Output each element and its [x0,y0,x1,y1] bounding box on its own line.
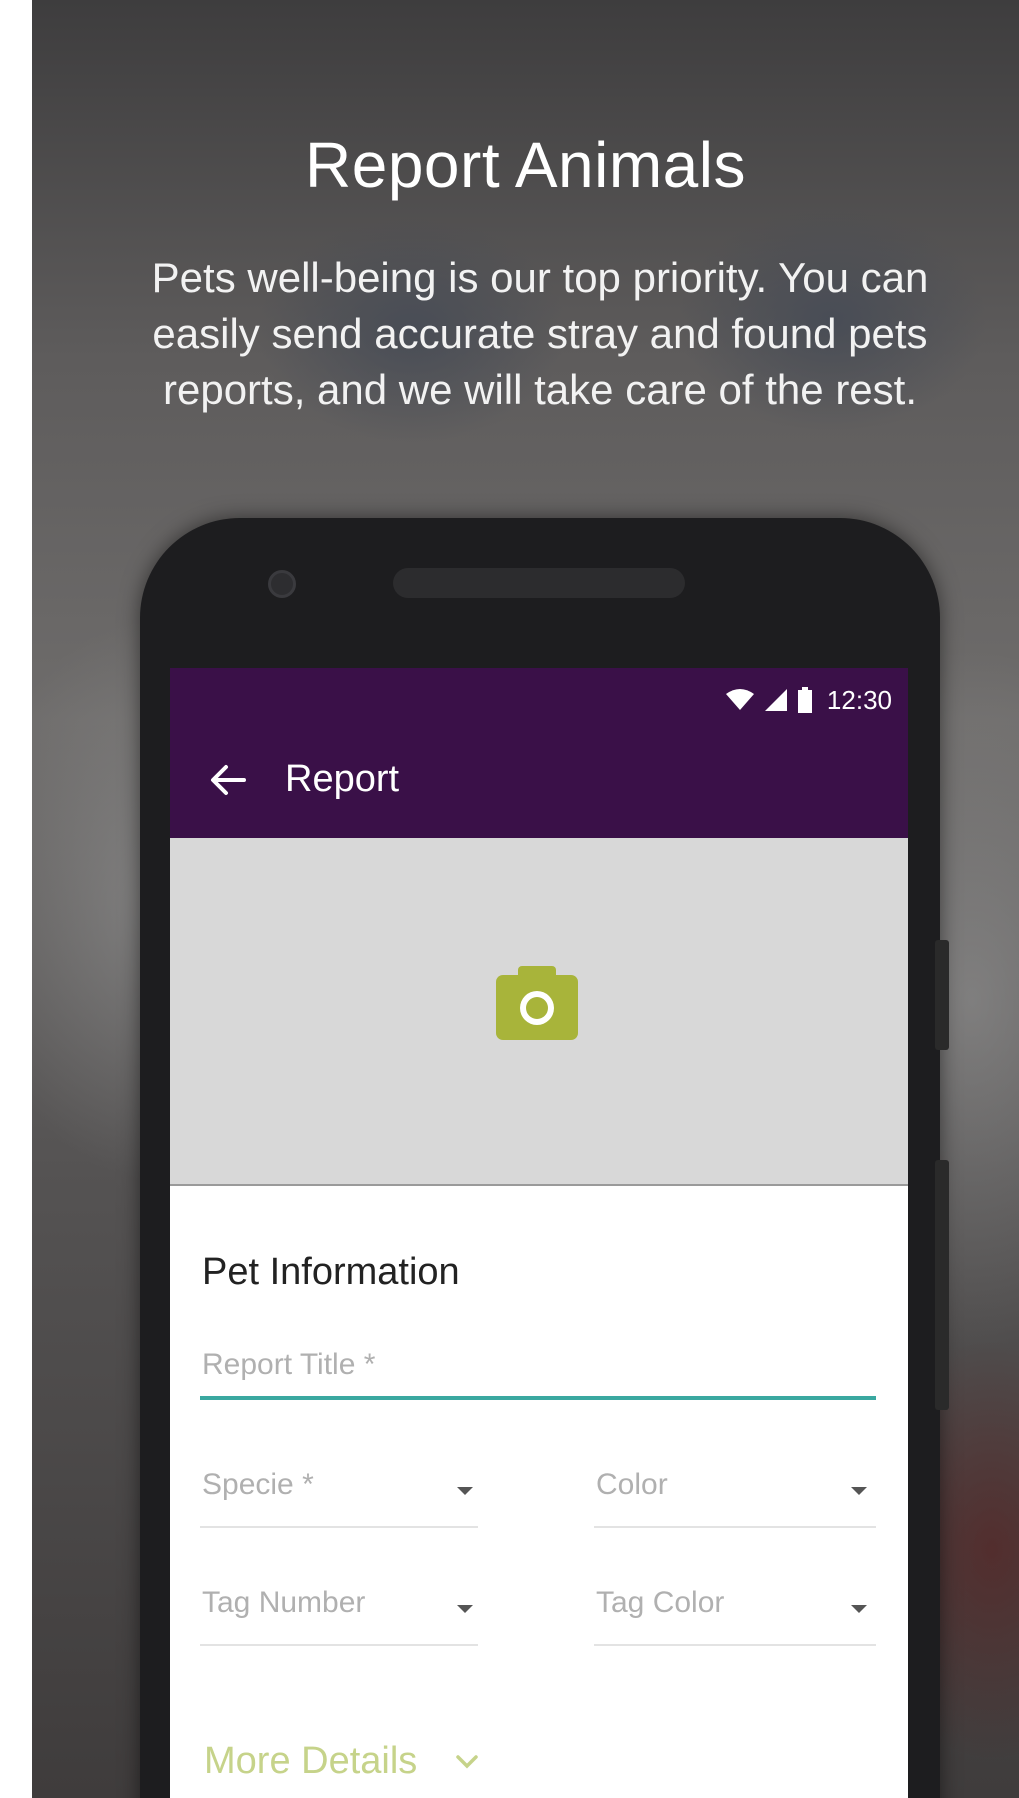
tag-color-select[interactable]: Tag Color [594,1586,876,1646]
app-bar: 12:30 Report [170,668,908,838]
phone-screen: 12:30 Report Pet Information Report Titl… [170,668,908,1798]
specie-underline [200,1526,478,1528]
tag-number-select[interactable]: Tag Number [200,1586,478,1646]
status-time: 12:30 [826,684,892,715]
photo-upload-area[interactable] [170,838,908,1186]
color-select[interactable]: Color [594,1468,876,1528]
battery-icon [797,687,812,713]
specie-placeholder: Specie * [202,1468,314,1501]
app-bar-title: Report [285,758,400,800]
tag-color-placeholder: Tag Color [596,1586,725,1619]
color-placeholder: Color [596,1468,668,1501]
tag-color-underline [594,1644,876,1646]
status-bar: 12:30 [725,680,892,720]
camera-icon[interactable] [496,966,578,1040]
tag-number-underline [200,1644,478,1646]
more-details-label: More Details [204,1740,418,1782]
wifi-icon [725,689,754,710]
dropdown-arrow-icon [851,1487,867,1495]
active-underline [200,1396,876,1400]
arrow-left-icon[interactable] [208,760,248,800]
report-title-placeholder: Report Title * [202,1348,376,1381]
report-title-input[interactable]: Report Title * [200,1338,876,1400]
dropdown-arrow-icon [457,1605,473,1613]
front-camera [268,570,296,598]
phone-power-button [935,940,949,1050]
signal-icon [764,689,787,711]
phone-volume-button [935,1160,949,1410]
more-details-button[interactable]: More Details [204,1740,479,1783]
promo-description: Pets well-being is our top priority. You… [151,254,929,413]
color-underline [594,1526,876,1528]
chevron-down-icon [456,1754,479,1768]
promo-headline: Report Animals [305,129,746,201]
section-title-pet-information: Pet Information [202,1251,460,1293]
dropdown-arrow-icon [457,1487,473,1495]
tag-number-placeholder: Tag Number [202,1586,366,1619]
phone-speaker [393,568,685,598]
specie-select[interactable]: Specie * [200,1468,478,1528]
dropdown-arrow-icon [851,1605,867,1613]
